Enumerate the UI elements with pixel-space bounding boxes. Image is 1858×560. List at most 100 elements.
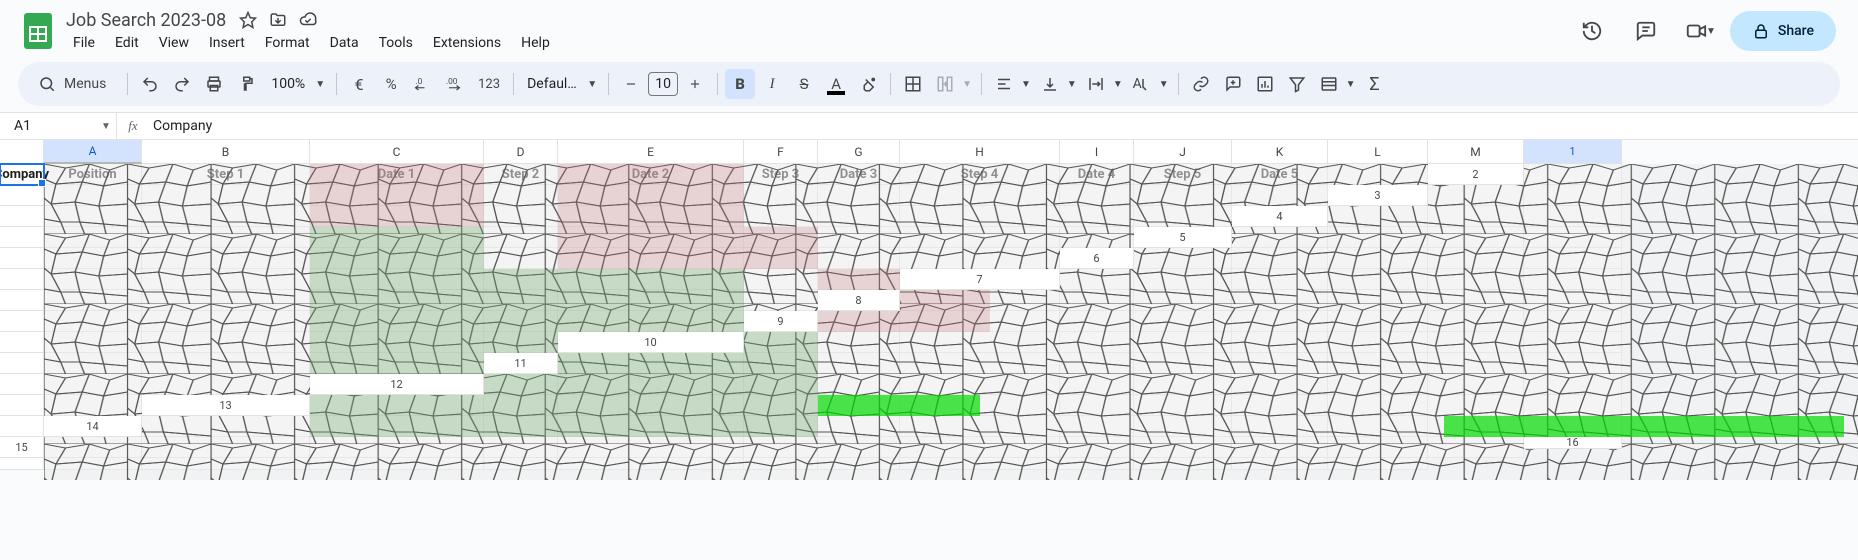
- bold-button[interactable]: B: [725, 69, 755, 99]
- row-header-10[interactable]: 10: [558, 332, 744, 353]
- cell-B2[interactable]: [0, 185, 44, 206]
- row-header-5[interactable]: 5: [1134, 227, 1232, 248]
- menu-edit[interactable]: Edit: [106, 33, 148, 53]
- name-box[interactable]: A1: [0, 118, 96, 134]
- cell-G7[interactable]: [0, 290, 44, 311]
- menu-insert[interactable]: Insert: [200, 33, 254, 53]
- meet-button[interactable]: ▼: [1680, 11, 1716, 51]
- col-header-H[interactable]: H: [900, 140, 1060, 164]
- col-header-M[interactable]: M: [1428, 140, 1524, 164]
- insert-link-button[interactable]: [1186, 69, 1216, 99]
- font-family-dropdown[interactable]: Default… ▼: [521, 76, 601, 92]
- row-header-2[interactable]: 2: [1428, 164, 1524, 185]
- decrease-decimal-button[interactable]: .0: [408, 69, 438, 99]
- sheets-logo[interactable]: [18, 11, 58, 51]
- share-button[interactable]: Share: [1730, 11, 1836, 51]
- borders-button[interactable]: [898, 69, 928, 99]
- row-header-16[interactable]: 16: [1524, 437, 1622, 449]
- document-title[interactable]: Job Search 2023-08: [64, 10, 228, 31]
- menu-format[interactable]: Format: [256, 33, 319, 53]
- menu-view[interactable]: View: [150, 33, 198, 53]
- col-header-A[interactable]: A: [44, 140, 142, 164]
- text-color-button[interactable]: A: [821, 69, 851, 99]
- toolbar: Menus 100% ▼ € % .0 .00 123 Default… ▼ 1…: [18, 62, 1840, 106]
- star-icon[interactable]: [238, 10, 258, 30]
- font-size-input[interactable]: 10: [648, 72, 678, 96]
- col-header-D[interactable]: D: [484, 140, 558, 164]
- chevron-down-icon: ▼: [1111, 79, 1125, 90]
- row-header-12[interactable]: 12: [310, 374, 484, 395]
- filter-button[interactable]: [1282, 69, 1312, 99]
- increase-font-button[interactable]: [680, 69, 710, 99]
- move-icon[interactable]: [268, 10, 288, 30]
- titlebar: Job Search 2023-08 File Edit View Insert…: [0, 0, 1858, 56]
- comments-icon[interactable]: [1626, 11, 1666, 51]
- filter-views-button[interactable]: ▼: [1314, 69, 1358, 99]
- wrap-text-button[interactable]: ▼: [1081, 69, 1125, 99]
- col-header-F[interactable]: F: [744, 140, 818, 164]
- format-123-button[interactable]: 123: [472, 69, 506, 99]
- col-header-C[interactable]: C: [310, 140, 484, 164]
- col-header-E[interactable]: E: [558, 140, 744, 164]
- row-header-11[interactable]: 11: [484, 353, 558, 374]
- col-header-L[interactable]: L: [1328, 140, 1428, 164]
- cell-E5[interactable]: [0, 248, 44, 269]
- row-header-7[interactable]: 7: [900, 269, 1060, 290]
- h-align-button[interactable]: ▼: [989, 69, 1033, 99]
- merge-cells-button[interactable]: ▼: [930, 69, 974, 99]
- fill-color-button[interactable]: [853, 69, 883, 99]
- row-header-1[interactable]: 1: [1524, 140, 1622, 164]
- row-header-8[interactable]: 8: [818, 290, 900, 311]
- insert-chart-button[interactable]: [1250, 69, 1280, 99]
- row-header-14[interactable]: 14: [44, 416, 142, 437]
- col-header-G[interactable]: G: [818, 140, 900, 164]
- functions-button[interactable]: Σ: [1360, 69, 1390, 99]
- cell-D4[interactable]: [0, 227, 44, 248]
- col-header-J[interactable]: J: [1134, 140, 1232, 164]
- percent-button[interactable]: %: [376, 69, 406, 99]
- zoom-dropdown[interactable]: 100% ▼: [263, 76, 329, 92]
- menu-help[interactable]: Help: [512, 33, 559, 53]
- formula-input[interactable]: Company: [149, 118, 1858, 134]
- currency-button[interactable]: €: [344, 69, 374, 99]
- strikethrough-button[interactable]: S: [789, 69, 819, 99]
- cell-K11[interactable]: [0, 374, 44, 395]
- italic-button[interactable]: I: [757, 69, 787, 99]
- menu-extensions[interactable]: Extensions: [424, 33, 510, 53]
- cell-J10[interactable]: [0, 353, 44, 374]
- col-header-B[interactable]: B: [142, 140, 310, 164]
- undo-button[interactable]: [135, 69, 165, 99]
- col-header-K[interactable]: K: [1232, 140, 1328, 164]
- select-all-corner[interactable]: [0, 140, 44, 164]
- row-header-4[interactable]: 4: [1232, 206, 1328, 227]
- name-box-dropdown[interactable]: ▼: [96, 121, 116, 132]
- cell-C3[interactable]: [0, 206, 44, 227]
- cell-A1[interactable]: Company: [0, 164, 44, 185]
- row-header-6[interactable]: 6: [1060, 248, 1134, 269]
- menu-file[interactable]: File: [64, 33, 104, 53]
- cell-L12[interactable]: [0, 395, 44, 416]
- cell-M13[interactable]: [0, 416, 44, 437]
- print-button[interactable]: [199, 69, 229, 99]
- cell-A16[interactable]: [0, 458, 44, 470]
- row-header-9[interactable]: 9: [744, 311, 818, 332]
- cloud-status-icon[interactable]: [298, 10, 318, 30]
- row-header-13[interactable]: 13: [142, 395, 310, 416]
- col-header-I[interactable]: I: [1060, 140, 1134, 164]
- increase-decimal-button[interactable]: .00: [440, 69, 470, 99]
- row-header-15[interactable]: 15: [0, 437, 44, 458]
- text-rotation-button[interactable]: A ▼: [1127, 69, 1171, 99]
- v-align-button[interactable]: ▼: [1035, 69, 1079, 99]
- search-menus[interactable]: Menus: [30, 71, 120, 97]
- insert-comment-button[interactable]: [1218, 69, 1248, 99]
- cell-H8[interactable]: [0, 311, 44, 332]
- menu-data[interactable]: Data: [321, 33, 368, 53]
- menu-tools[interactable]: Tools: [370, 33, 422, 53]
- redo-button[interactable]: [167, 69, 197, 99]
- history-icon[interactable]: [1572, 11, 1612, 51]
- paint-format-button[interactable]: [231, 69, 261, 99]
- row-header-3[interactable]: 3: [1328, 185, 1428, 206]
- decrease-font-button[interactable]: [616, 69, 646, 99]
- cell-F6[interactable]: [0, 269, 44, 290]
- cell-I9[interactable]: [0, 332, 44, 353]
